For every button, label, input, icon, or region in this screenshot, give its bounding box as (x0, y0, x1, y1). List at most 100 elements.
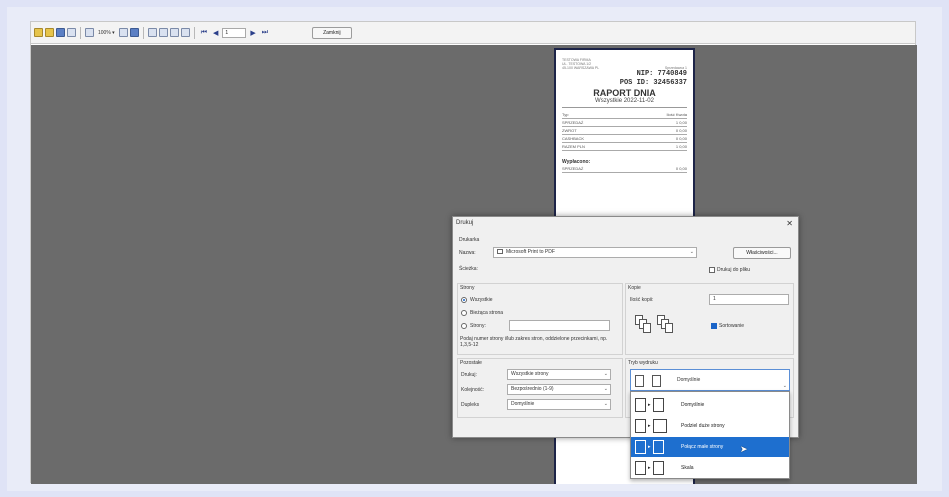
location-label: Ścieżka: (459, 266, 478, 272)
row-count: 1 (675, 120, 679, 125)
page-thumb-icon (652, 461, 664, 475)
page-range-radio[interactable] (461, 323, 467, 329)
row-amount: 0,00 (679, 136, 687, 141)
arrow-icon: ▸ (648, 423, 651, 429)
copies-input[interactable]: 1 (709, 294, 789, 305)
open-icon[interactable] (34, 28, 43, 37)
chevron-down-icon: ⌄ (603, 386, 608, 392)
close-icon[interactable]: ✕ (786, 219, 793, 228)
zoom-in-icon[interactable] (118, 28, 128, 37)
row-amount: 0,00 (679, 120, 687, 125)
folder-icon[interactable] (45, 28, 54, 37)
divider (562, 107, 687, 108)
option-thumbs: ▸ (635, 419, 675, 433)
close-button[interactable]: Zamknij (312, 26, 352, 39)
print-mode-dropdown: ▸ Domyślnie ▸ Podziel duże strony ▸ Połą… (630, 391, 790, 479)
print-mode-option-selected[interactable]: ▸ Połącz małe strony (631, 437, 789, 457)
two-pages-icon[interactable] (158, 28, 168, 37)
row-label: RAZEM PLN (562, 144, 585, 149)
page-range-input[interactable] (509, 320, 610, 331)
collate-checkbox[interactable] (711, 323, 717, 329)
row-amount: 0,00 (679, 128, 687, 133)
option-thumbs: ▸ (635, 440, 675, 454)
mouse-cursor-icon: ➤ (740, 444, 748, 454)
print-to-file-checkbox[interactable] (709, 267, 715, 273)
row-label: SPRZEDAŻ (562, 166, 584, 171)
option-label: Połącz małe strony (681, 444, 724, 450)
chevron-down-icon: ⌄ (603, 371, 608, 377)
toolbar: 100% ▾ ⏮ ◀ 1 ▶ ⏭ Zamknij (31, 22, 915, 44)
receipt-title: RAPORT DNIA (593, 88, 656, 98)
zoom-icon[interactable] (85, 28, 94, 37)
mode-thumb-icon (652, 375, 661, 387)
printer-select-value: Microsoft Print to PDF (506, 249, 555, 255)
copies-group-label: Kopie (628, 285, 641, 291)
copies-label: Ilość kopii: (630, 297, 654, 303)
table-row: CASHBACK 0 0,00 (562, 135, 687, 143)
current-page-radio[interactable] (461, 310, 467, 316)
arrow-icon: ▸ (648, 444, 651, 450)
all-pages-radio[interactable] (461, 297, 467, 303)
prev-page-button[interactable]: ◀ (211, 29, 220, 37)
chevron-down-icon: ⌄ (782, 383, 787, 389)
multi-page-icon[interactable] (169, 28, 179, 37)
one-page-icon[interactable] (147, 28, 157, 37)
order-select[interactable]: Bezpośrednio (1-9) ⌄ (507, 384, 611, 395)
page-thumb-icon (652, 398, 664, 412)
edit-icon[interactable] (180, 28, 190, 37)
duplex-label: Dupleks (461, 402, 480, 408)
print-icon[interactable] (67, 28, 76, 37)
page-thumb-icon (635, 419, 646, 433)
zoom-select[interactable]: 100% ▾ (96, 30, 117, 36)
collate-label: Sortowanie (719, 323, 745, 329)
receipt-address: 45-100 WARSZAWA PL (562, 66, 600, 70)
row-amount: 0,00 (679, 166, 687, 171)
collate-pages-icon (665, 323, 673, 333)
option-thumbs: ▸ (635, 398, 675, 412)
row-label: ZWROT (562, 128, 577, 133)
page-thumb-icon (635, 461, 646, 475)
option-label: Skala (681, 465, 694, 471)
duplex-value: Domyślnie (511, 401, 535, 407)
option-thumbs: ▸ (635, 461, 675, 475)
printer-group-label: Drukarka (459, 237, 480, 243)
print-mode-value: Domyślnie (677, 377, 701, 383)
save-icon[interactable] (56, 28, 65, 37)
pages-group-label: Strony (460, 285, 475, 291)
mode-thumb-icon (635, 375, 644, 387)
other-group-label: Pozostałe (460, 360, 482, 366)
row-count: 0 (675, 128, 679, 133)
row-count: 0 (675, 166, 679, 171)
toolbar-separator (193, 26, 195, 39)
print-mode-option[interactable]: ▸ Skala (631, 458, 789, 478)
table-row: SPRZEDAŻ 1 0,00 (562, 119, 687, 127)
print-to-file-label: Drukuj do pliku (717, 267, 751, 273)
pages-hint: Podaj numer strony i/lub zakres stron, o… (460, 336, 608, 348)
first-page-button[interactable]: ⏮ (199, 29, 209, 37)
row-label: Typ (562, 112, 569, 117)
duplex-select[interactable]: Domyślnie ⌄ (507, 399, 611, 410)
next-page-button[interactable]: ▶ (248, 29, 257, 37)
page-number-input[interactable]: 1 (222, 27, 247, 38)
page-thumb-icon (652, 440, 664, 454)
printer-select[interactable]: Microsoft Print to PDF ⌄ (493, 247, 697, 258)
row-amount: Kwota (675, 112, 687, 117)
print-mode-option[interactable]: ▸ Domyślnie (631, 395, 789, 415)
printer-name-label: Nazwa: (459, 250, 476, 256)
page-thumb-icon (635, 440, 646, 454)
row-count: 1 (675, 144, 679, 149)
page-thumb-icon (652, 419, 667, 433)
properties-button[interactable]: Właściwości... (733, 247, 791, 259)
option-label: Podziel duże strony (681, 423, 725, 429)
page-thumb-icon (635, 398, 646, 412)
arrow-icon: ▸ (648, 402, 651, 408)
last-page-button[interactable]: ⏭ (260, 29, 270, 37)
order-value: Bezpośrednio (1-9) (511, 386, 554, 392)
table-row: Typ Ilość Kwota (562, 111, 687, 119)
print-mode-option[interactable]: ▸ Podziel duże strony (631, 416, 789, 436)
print-range-value: Wszystkie strony (511, 371, 549, 377)
page-width-icon[interactable] (129, 28, 139, 37)
arrow-icon: ▸ (648, 465, 651, 471)
row-label: CASHBACK (562, 136, 585, 141)
print-range-select[interactable]: Wszystkie strony ⌄ (507, 369, 611, 380)
